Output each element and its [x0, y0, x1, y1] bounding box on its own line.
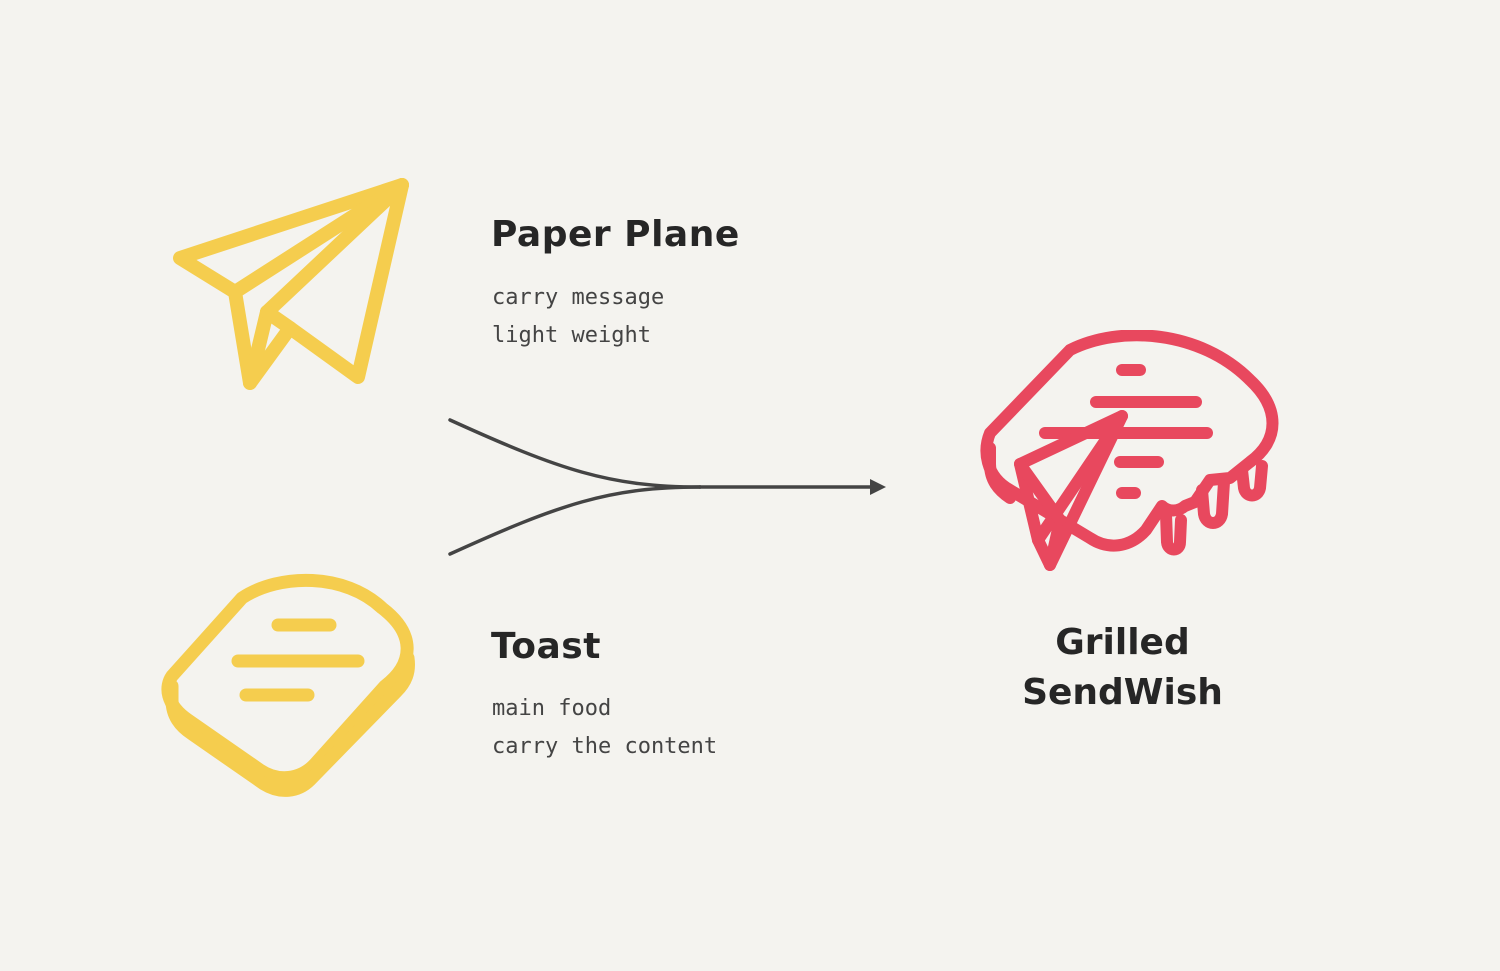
diagram-canvas: Paper Plane carry message light weight T… — [0, 0, 1500, 971]
arrow-head-icon — [870, 479, 886, 495]
grilled-sandwich-icon — [980, 330, 1285, 580]
result-title-line: SendWish — [1022, 672, 1223, 713]
result-title: Grilled SendWish — [1010, 618, 1235, 718]
result-title-line: Grilled — [1055, 622, 1190, 663]
connector-lower-branch — [448, 485, 702, 556]
connector-upper-branch — [448, 418, 702, 489]
